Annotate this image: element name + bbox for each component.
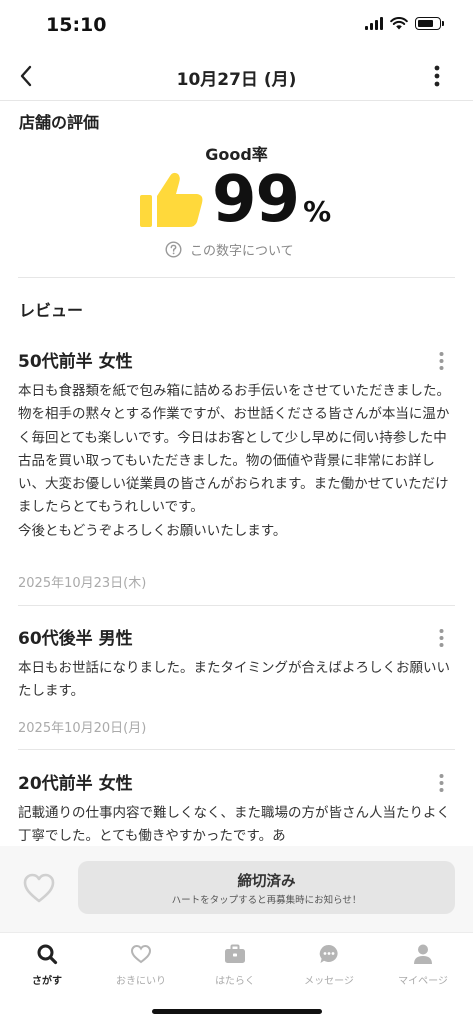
review-author: 20代前半 女性 (18, 774, 133, 794)
status-bar: 15:10 (0, 0, 473, 52)
heart-outline-icon (23, 873, 55, 903)
tab-label: マイページ (398, 976, 448, 987)
more-options-button[interactable] (421, 58, 453, 94)
tab-label: おきにいり (116, 976, 166, 987)
briefcase-icon (224, 943, 246, 965)
bottom-action-bar: 締切済み ハートをタップすると再募集時にお知らせ！ (0, 846, 473, 932)
review-author: 50代前半 女性 (18, 352, 133, 372)
more-vertical-icon (439, 629, 443, 647)
review-date: 2025年10月20日(月) (18, 721, 147, 736)
tab-label: はたらく (215, 976, 255, 987)
more-vertical-icon (434, 65, 440, 87)
reviews-heading: レビュー (19, 301, 84, 320)
tab-label: メッセージ (304, 976, 354, 987)
status-icons (365, 17, 444, 30)
review-body: 本日もお世話になりました。またタイミングが合えばよろしくお願いいたします。 (18, 660, 450, 700)
good-rate-value: 99 (212, 163, 300, 237)
review-more-button[interactable] (429, 769, 453, 797)
thumbs-up-icon (140, 172, 203, 227)
closed-subtitle: ハートをタップすると再募集時にお知らせ！ (171, 895, 362, 906)
more-vertical-icon (439, 352, 443, 370)
review-more-button[interactable] (429, 347, 453, 375)
status-time: 15:10 (46, 14, 107, 36)
person-icon (412, 943, 434, 965)
divider (18, 277, 455, 278)
favorite-heart-button[interactable] (22, 872, 56, 904)
page-title: 10月27日 (月) (176, 70, 297, 90)
store-rating-heading: 店舗の評価 (19, 113, 100, 132)
tab-messages[interactable]: メッセージ (282, 943, 376, 995)
closed-status-button: 締切済み ハートをタップすると再募集時にお知らせ！ (78, 861, 455, 914)
cellular-signal-icon (365, 17, 383, 30)
more-vertical-icon (439, 774, 443, 792)
good-rate-display: 99 % (140, 163, 332, 237)
home-indicator (152, 1009, 322, 1014)
heart-icon (130, 943, 152, 965)
closed-title: 締切済み (237, 874, 296, 890)
chat-icon (318, 943, 340, 965)
about-number-text: この数字について (190, 244, 294, 259)
about-number-link[interactable]: この数字について (165, 240, 294, 259)
tab-bar: さがす おきにいり はたらく メッセージ マイページ (0, 932, 473, 1025)
tab-favorites[interactable]: おきにいり (94, 943, 188, 995)
review-body: 記載通りの仕事内容で難しくなく、また職場の方が皆さん人当たりよく丁寧でした。とて… (18, 805, 450, 845)
content-scroll[interactable]: 店舗の評価 Good率 99 % この数字について レビュー 50代前半 女性 … (0, 101, 473, 846)
tab-mypage[interactable]: マイページ (376, 943, 470, 995)
wifi-icon (390, 17, 408, 30)
review-author: 60代後半 男性 (18, 629, 133, 649)
good-rate-unit: % (303, 194, 332, 228)
tab-work[interactable]: はたらく (188, 943, 282, 995)
tab-label: さがす (32, 976, 62, 987)
divider (18, 749, 455, 750)
good-rate-label: Good率 (205, 145, 268, 164)
battery-icon (415, 17, 444, 30)
divider (18, 605, 455, 606)
help-circle-icon (165, 241, 182, 258)
search-icon (36, 943, 58, 965)
nav-bar: 10月27日 (月) (0, 52, 473, 101)
tab-search[interactable]: さがす (0, 943, 94, 995)
review-date: 2025年10月23日(木) (18, 576, 147, 591)
review-more-button[interactable] (429, 624, 453, 652)
review-body: 本日も食器類を紙で包み箱に詰めるお手伝いをさせていただきました。物を相手の黙々と… (18, 383, 450, 539)
